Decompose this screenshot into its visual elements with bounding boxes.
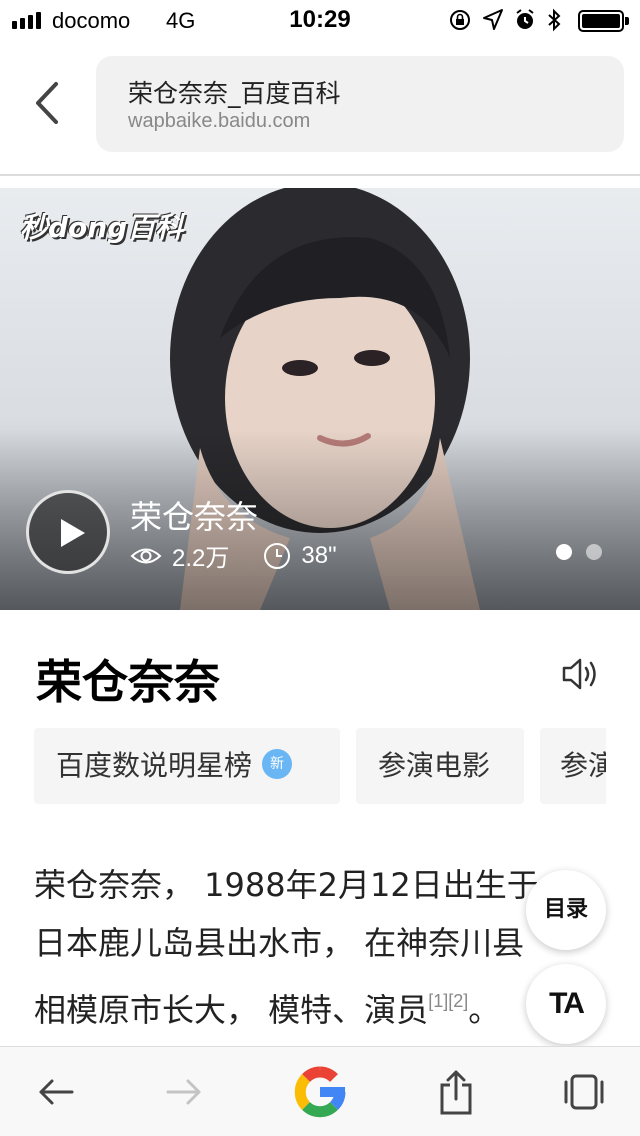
chip-label: 百度数说明星榜 [56, 749, 253, 782]
chip-more[interactable]: 参演 [540, 728, 606, 804]
intro-line: 相模原市长大， 模特、演员 [34, 991, 429, 1029]
location-icon [483, 9, 503, 30]
video-title: 荣仓奈奈 [130, 498, 259, 536]
carousel-dot[interactable] [556, 544, 572, 560]
play-icon [61, 519, 85, 547]
new-badge: 新 [262, 749, 293, 779]
google-g-icon [294, 1066, 346, 1118]
bluetooth-icon [548, 8, 561, 32]
eye-icon [130, 545, 162, 567]
intro-line-last: 相模原市长大， 模特、演员[1][2]。 [34, 972, 594, 1039]
nav-forward-button[interactable] [148, 1047, 220, 1136]
chip-label: 参演电影 [378, 749, 491, 782]
clock-icon [263, 542, 291, 570]
miaodong-logo: 秒dong百科 [20, 211, 184, 244]
google-button[interactable] [280, 1047, 360, 1136]
view-count: 2.2万 [172, 545, 230, 572]
speaker-icon[interactable] [560, 656, 600, 696]
share-icon [440, 1070, 472, 1115]
status-bar: docomo 4G 10:29 [0, 0, 640, 40]
chip-star-ranking[interactable]: 百度数说明星榜新 [34, 728, 340, 804]
tabs-icon [564, 1074, 604, 1110]
share-button[interactable] [420, 1047, 492, 1136]
chip-films[interactable]: 参演电影 [356, 728, 524, 804]
reference-link[interactable]: [1][2] [428, 991, 468, 1011]
intro-line: 荣仓奈奈， 1988年2月12日出生于 [34, 866, 539, 904]
toc-button[interactable]: 目录 [526, 870, 606, 950]
status-icons [448, 8, 562, 32]
chevron-left-icon [36, 82, 58, 124]
address-bar[interactable]: 荣仓奈奈_百度百科 wapbaike.baidu.com [96, 56, 624, 152]
article-title: 荣仓奈奈 [36, 655, 220, 709]
orientation-lock-icon [450, 10, 470, 30]
carousel-dots [556, 544, 602, 560]
font-size-button[interactable]: TA [526, 964, 606, 1044]
carousel-dot[interactable] [586, 544, 602, 560]
nav-back-button[interactable] [20, 1047, 92, 1136]
browser-page: docomo 4G 10:29 荣仓奈奈_百度百科 wapbaike.baidu… [0, 0, 640, 1136]
arrow-right-icon [166, 1079, 201, 1105]
arrow-left-icon [39, 1079, 74, 1105]
browser-toolbar [0, 1046, 640, 1136]
page-domain: wapbaike.baidu.com [128, 110, 311, 132]
divider [0, 174, 640, 176]
page-title: 荣仓奈奈_百度百科 [128, 79, 341, 108]
tabs-button[interactable] [548, 1047, 620, 1136]
intro-paragraph: 荣仓奈奈， 1988年2月12日出生于 日本鹿儿岛县出水市， 在神奈川县 相模原… [34, 856, 594, 1039]
battery-icon [578, 10, 629, 32]
chip-label: 参演 [560, 749, 606, 782]
video-meta: 2.2万 38" [130, 538, 337, 573]
tag-chip-row: 百度数说明星榜新 参演电影 参演 [34, 728, 606, 804]
video-duration: 38" [301, 541, 337, 569]
back-button[interactable] [26, 78, 66, 128]
video-carousel[interactable]: 秒dong百科 荣仓奈奈 2.2万 38" [0, 188, 640, 610]
intro-line: 日本鹿儿岛县出水市， 在神奈川县 [34, 924, 525, 962]
intro-tail: 。 [468, 991, 501, 1029]
alarm-icon [516, 9, 534, 29]
play-button[interactable] [26, 490, 110, 574]
